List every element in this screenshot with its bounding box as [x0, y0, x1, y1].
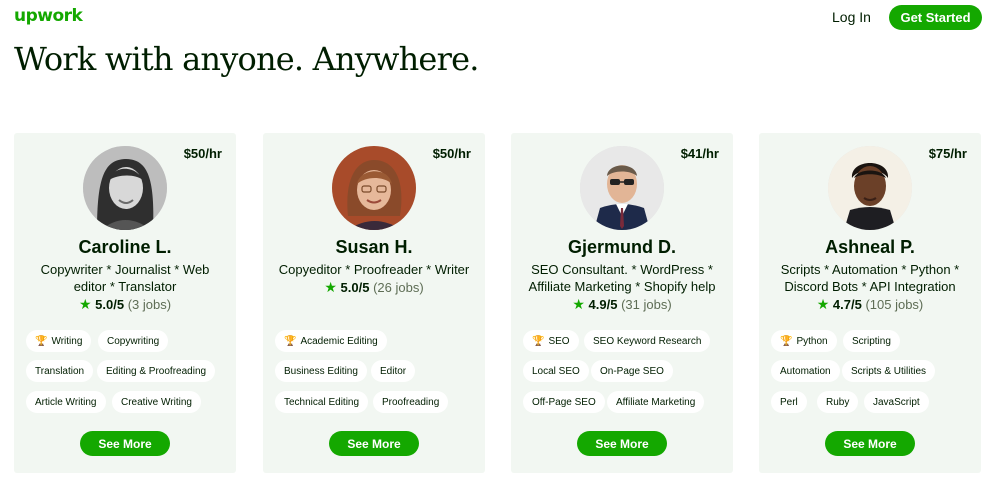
skill-chip[interactable]: JavaScript	[864, 391, 929, 413]
skill-chip[interactable]: Local SEO	[523, 360, 589, 382]
skill-chip[interactable]: Ruby	[817, 391, 859, 413]
rating-score: 4.7/5	[832, 297, 862, 312]
skill-chip[interactable]: Article Writing	[26, 391, 106, 413]
skill-label: Copywriting	[107, 335, 160, 347]
trophy-icon: 🏆	[532, 335, 545, 347]
skill-label: Ruby	[826, 396, 850, 408]
skill-chip[interactable]: Business Editing	[275, 360, 367, 382]
skill-label: Off-Page SEO	[532, 396, 596, 408]
skill-chip[interactable]: Scripting	[843, 330, 900, 352]
freelancer-cards: $50/hr Caroline L. Copywriter * Journali…	[14, 133, 986, 473]
avatar	[580, 146, 664, 230]
trophy-icon: 🏆	[284, 335, 297, 347]
freelancer-card: $50/hr Susan H. Copyeditor * Proofreader…	[263, 133, 485, 473]
skill-label: Proofreading	[382, 396, 440, 408]
trophy-icon: 🏆	[780, 335, 793, 347]
avatar	[828, 146, 912, 230]
skill-chip[interactable]: Off-Page SEO	[523, 391, 605, 413]
skill-chip[interactable]: 🏆 Python	[771, 330, 837, 352]
skill-label: Academic Editing	[300, 335, 378, 347]
skill-label: Scripting	[852, 335, 891, 347]
rating-row: ★ 5.0/5 (26 jobs)	[263, 279, 485, 296]
skill-chip[interactable]: Proofreading	[373, 391, 449, 413]
freelancer-card: $75/hr Ashneal P. Scripts * Automation *…	[759, 133, 981, 473]
skill-label: Automation	[780, 365, 831, 377]
skill-label: Editing & Proofreading	[106, 365, 207, 377]
skill-label: Affiliate Marketing	[616, 396, 696, 408]
star-icon: ★	[324, 279, 337, 295]
freelancer-name: Susan H.	[335, 237, 413, 257]
skill-label: Technical Editing	[284, 396, 360, 408]
skill-chip[interactable]: Technical Editing	[275, 391, 369, 413]
see-more-button[interactable]: See More	[577, 431, 667, 456]
skill-chip[interactable]: Editor	[371, 360, 416, 382]
freelancer-title: Copyeditor * Proofreader * Writer	[278, 262, 470, 277]
skill-chip[interactable]: Scripts & Utilities	[842, 360, 936, 382]
skill-label: Translation	[35, 365, 85, 377]
skill-chip[interactable]: 🏆 Writing	[26, 330, 92, 352]
freelancer-card: $41/hr Gjermund D. SEO Consultant. * Wor…	[511, 133, 733, 473]
top-nav: upwork Log In Get Started	[0, 0, 1000, 40]
avatar	[83, 146, 167, 230]
skill-chip[interactable]: On-Page SEO	[591, 360, 673, 382]
skill-chip[interactable]: Copywriting	[98, 330, 169, 352]
freelancer-title: Copywriter * Journalist * Web editor * T…	[40, 262, 210, 294]
page-headline: Work with anyone. Anywhere.	[14, 40, 479, 78]
see-more-button[interactable]: See More	[329, 431, 419, 456]
skill-label: JavaScript	[873, 396, 920, 408]
upwork-logo[interactable]: upwork	[14, 6, 83, 26]
rating-row: ★ 4.7/5 (105 jobs)	[759, 296, 981, 313]
skill-label: Scripts & Utilities	[851, 365, 927, 377]
star-icon: ★	[816, 296, 830, 312]
skill-label: Article Writing	[35, 396, 97, 408]
skill-label: On-Page SEO	[600, 365, 664, 377]
hourly-rate: $50/hr	[432, 146, 471, 161]
rating-row: ★ 4.9/5 (31 jobs)	[511, 296, 733, 313]
skill-label: SEO Keyword Research	[593, 335, 702, 347]
rating-score: 4.9/5	[588, 297, 618, 312]
skill-label: Local SEO	[532, 365, 580, 377]
star-icon: ★	[572, 296, 585, 312]
skill-chip[interactable]: Translation	[26, 360, 94, 382]
rating-score: 5.0/5	[340, 280, 370, 295]
see-more-button[interactable]: See More	[80, 431, 170, 456]
hourly-rate: $75/hr	[928, 146, 967, 161]
freelancer-title: Scripts * Automation * Python * Discord …	[780, 262, 960, 294]
skill-chip[interactable]: Creative Writing	[112, 391, 201, 413]
skill-label: Python	[796, 335, 828, 347]
skill-label: Editor	[380, 365, 407, 377]
jobs-count: (3 jobs)	[127, 297, 172, 312]
skill-label: Creative Writing	[121, 396, 192, 408]
jobs-count: (105 jobs)	[865, 297, 924, 312]
login-link[interactable]: Log In	[832, 9, 871, 25]
hourly-rate: $50/hr	[183, 146, 222, 161]
rating-row: ★ 5.0/5 (3 jobs)	[14, 296, 236, 313]
freelancer-title: SEO Consultant. * WordPress * Affiliate …	[528, 262, 716, 294]
jobs-count: (31 jobs)	[621, 297, 672, 312]
skill-label: Perl	[780, 396, 798, 408]
see-more-button[interactable]: See More	[825, 431, 915, 456]
freelancer-name: Caroline L.	[78, 237, 172, 257]
skill-chip[interactable]: Automation	[771, 360, 840, 382]
freelancer-name: Ashneal P.	[825, 237, 915, 257]
skill-chip[interactable]: Affiliate Marketing	[607, 391, 705, 413]
rating-score: 5.0/5	[95, 297, 125, 312]
freelancer-name: Gjermund D.	[567, 237, 676, 257]
skill-label: Business Editing	[284, 365, 358, 377]
trophy-icon: 🏆	[35, 335, 48, 347]
skill-label: Writing	[51, 335, 83, 347]
skill-chip[interactable]: 🏆 Academic Editing	[275, 330, 387, 352]
hourly-rate: $41/hr	[680, 146, 719, 161]
avatar	[332, 146, 416, 230]
jobs-count: (26 jobs)	[373, 280, 424, 295]
skill-chip[interactable]: SEO Keyword Research	[584, 330, 711, 352]
star-icon: ★	[78, 296, 92, 312]
freelancer-card: $50/hr Caroline L. Copywriter * Journali…	[14, 133, 236, 473]
skill-chip[interactable]: 🏆 SEO	[523, 330, 579, 352]
skill-chip[interactable]: Editing & Proofreading	[97, 360, 216, 382]
skill-label: SEO	[548, 335, 570, 347]
skill-chip[interactable]: Perl	[771, 391, 807, 413]
get-started-button[interactable]: Get Started	[889, 5, 982, 30]
